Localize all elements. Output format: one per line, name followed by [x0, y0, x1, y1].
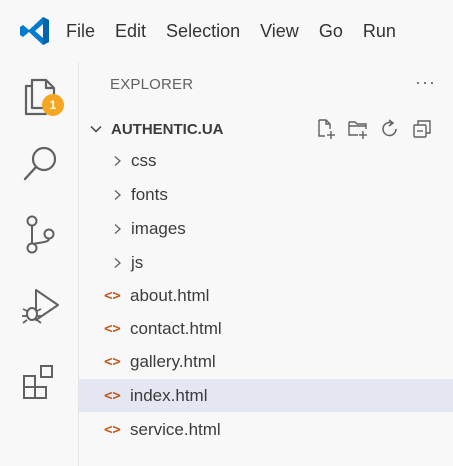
tree-item-label: index.html — [130, 385, 208, 405]
menu-view[interactable]: View — [260, 21, 299, 42]
vscode-logo-icon[interactable] — [18, 14, 52, 48]
chevron-right-icon — [114, 155, 121, 166]
tree-folder-fonts[interactable]: fonts — [79, 178, 453, 211]
folder-actions — [315, 118, 433, 140]
menu-run[interactable]: Run — [363, 21, 396, 42]
tree-file-index[interactable]: <> index.html — [79, 379, 453, 412]
tree-folder-css[interactable]: css — [79, 144, 453, 177]
tree-item-label: service.html — [130, 419, 221, 439]
run-debug-icon[interactable] — [18, 284, 62, 328]
chevron-right-icon — [114, 257, 121, 268]
menu-bar: File Edit Selection View Go Run — [0, 0, 453, 62]
html-file-icon: <> — [104, 320, 121, 337]
search-icon[interactable] — [18, 142, 62, 186]
menu-edit[interactable]: Edit — [115, 21, 146, 42]
extensions-icon[interactable] — [18, 360, 62, 404]
tree-file-contact[interactable]: <> contact.html — [79, 312, 453, 345]
tree-item-label: about.html — [130, 285, 210, 305]
chevron-down-icon — [90, 125, 102, 133]
more-actions-button[interactable]: ··· — [415, 72, 436, 93]
tree-folder-images[interactable]: images — [79, 212, 453, 245]
new-file-icon[interactable] — [315, 118, 337, 140]
html-file-icon: <> — [104, 353, 121, 370]
workspace-folder-name: AUTHENTIC.UA — [111, 120, 224, 138]
html-file-icon: <> — [104, 387, 121, 404]
menu-selection[interactable]: Selection — [166, 21, 240, 42]
tree-item-label: css — [131, 150, 157, 170]
chevron-right-icon — [114, 189, 121, 200]
html-file-icon: <> — [104, 421, 121, 438]
collapse-all-icon[interactable] — [411, 118, 433, 140]
explorer-badge: 1 — [42, 94, 64, 116]
tree-file-gallery[interactable]: <> gallery.html — [79, 345, 453, 378]
tree-item-label: fonts — [131, 184, 168, 204]
activity-bar: 1 — [0, 62, 79, 466]
new-folder-icon[interactable] — [347, 118, 369, 140]
tree-item-label: images — [131, 218, 186, 238]
tree-item-label: js — [131, 252, 144, 272]
chevron-right-icon — [114, 223, 121, 234]
menu-file[interactable]: File — [66, 21, 95, 42]
explorer-sidebar: EXPLORER ··· AUTHENTIC.UA css fonts imag… — [79, 62, 453, 466]
vscode-window: File Edit Selection View Go Run 1 EXPLOR… — [0, 0, 453, 466]
tree-item-label: gallery.html — [130, 351, 216, 371]
menu-go[interactable]: Go — [319, 21, 343, 42]
workspace-folder-header[interactable]: AUTHENTIC.UA — [79, 114, 453, 144]
tree-item-label: contact.html — [130, 318, 222, 338]
explorer-title: EXPLORER — [110, 76, 194, 93]
tree-folder-js[interactable]: js — [79, 246, 453, 279]
html-file-icon: <> — [104, 287, 121, 304]
refresh-icon[interactable] — [379, 118, 401, 140]
source-control-icon[interactable] — [18, 212, 62, 256]
tree-file-about[interactable]: <> about.html — [79, 279, 453, 312]
tree-file-service[interactable]: <> service.html — [79, 413, 453, 446]
